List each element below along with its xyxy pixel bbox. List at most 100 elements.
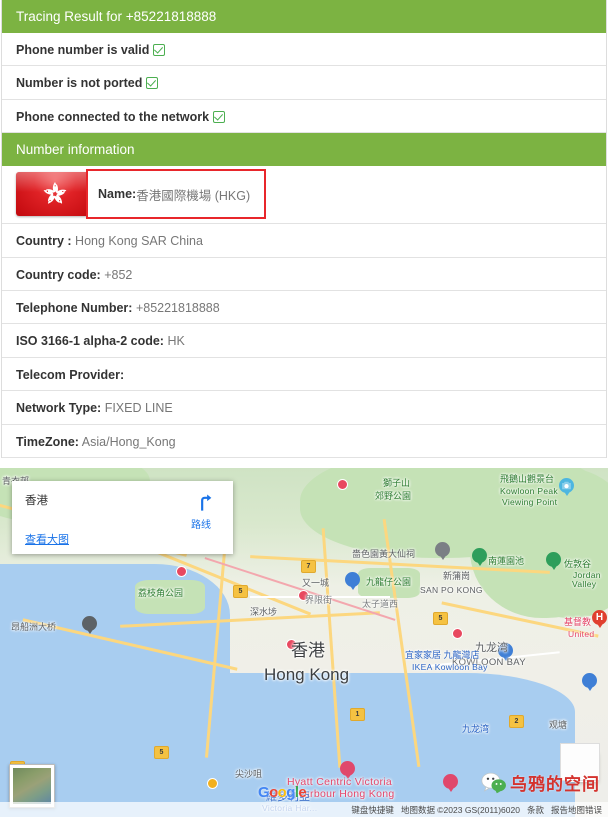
map-label-viewing-point-en: Viewing Point bbox=[502, 497, 557, 508]
map-label-jordan-valley-zh: 佐敦谷 bbox=[564, 559, 591, 570]
map-label-city-zh: 香港 bbox=[291, 645, 325, 656]
map-poi-dot-6 bbox=[337, 479, 348, 490]
check-box-icon bbox=[146, 77, 158, 89]
number-name-label: Name: bbox=[98, 187, 136, 201]
map-route-shield-5b: 5 bbox=[154, 746, 169, 759]
map-poi-dot-1 bbox=[176, 566, 187, 577]
tracing-result-page: Tracing Result for +85221818888 Phone nu… bbox=[0, 0, 608, 817]
info-value-timezone: Asia/Hong_Kong bbox=[82, 435, 176, 449]
attribution-keyboard-shortcuts[interactable]: 键盘快捷键 bbox=[351, 804, 394, 816]
tracing-result-panel: Tracing Result for +85221818888 Phone nu… bbox=[1, 0, 607, 458]
map-label-boundary-street: 界限街 bbox=[305, 595, 332, 606]
attribution-terms[interactable]: 条款 bbox=[527, 804, 544, 816]
map-label-ikea-en: IKEA Kowloon Bay bbox=[412, 662, 488, 673]
map-attribution-bar: 键盘快捷键 地图数据 ©2023 GS(2011)6020 条款 报告地图错误 bbox=[0, 802, 608, 817]
info-window-directions-label[interactable]: 路线 bbox=[181, 516, 221, 531]
status-row-connected: Phone connected to the network bbox=[2, 100, 606, 133]
info-row-country-code: Country code: +852 bbox=[2, 258, 606, 291]
status-label-connected: Phone connected to the network bbox=[16, 110, 209, 124]
info-label-network-type: Network Type: bbox=[16, 401, 101, 415]
map-label-lion-rock: 獅子山 bbox=[383, 478, 410, 489]
map-label-lion-rock-park: 郊野公園 bbox=[375, 491, 411, 502]
map-label-festival-walk: 又一城 bbox=[302, 578, 329, 589]
status-label-ported: Number is not ported bbox=[16, 76, 142, 90]
satellite-thumbnail-image bbox=[13, 768, 51, 804]
info-window-title: 香港 bbox=[25, 492, 48, 508]
attribution-map-data: 地图数据 ©2023 GS(2011)6020 bbox=[401, 804, 520, 816]
number-information-header: Number information bbox=[2, 133, 606, 166]
wechat-icon bbox=[481, 772, 507, 794]
map-pin-hotel-marker[interactable] bbox=[443, 774, 458, 793]
map-route-shield-5a: 5 bbox=[233, 585, 248, 598]
info-label-country: Country : bbox=[16, 234, 72, 248]
info-value-country: Hong Kong SAR China bbox=[75, 234, 203, 248]
check-box-icon bbox=[213, 111, 225, 123]
map-label-kowloon-peak-en: Kowloon Peak bbox=[500, 486, 558, 497]
info-value-country-code: +852 bbox=[104, 268, 132, 282]
map-route-shield-2: 2 bbox=[509, 715, 524, 728]
info-row-telephone-number: Telephone Number: +85221818888 bbox=[2, 291, 606, 324]
map-route-shield-7: 7 bbox=[301, 560, 316, 573]
map-pin-nan-lian-garden[interactable] bbox=[472, 548, 487, 567]
map-label-christian-hospital-zh: 基督教 bbox=[564, 617, 591, 628]
map-label-kowloon-bay-water: 九龙湾 bbox=[462, 724, 489, 735]
camera-icon bbox=[559, 478, 574, 493]
info-row-iso-code: ISO 3166-1 alpha-2 code: HK bbox=[2, 324, 606, 357]
map-route-shield-5c: 5 bbox=[433, 612, 448, 625]
info-row-network-type: Network Type: FIXED LINE bbox=[2, 391, 606, 424]
info-label-telephone-number: Telephone Number: bbox=[16, 301, 132, 315]
map-label-kowloon-tsai-park: 九龍仔公園 bbox=[366, 577, 411, 588]
number-name-row: Name:香港國際機場 (HKG) bbox=[2, 166, 606, 224]
map-label-san-po-kong-zh: 新蒲崗 bbox=[443, 571, 470, 582]
info-value-iso-code: HK bbox=[167, 334, 184, 348]
info-value-telephone-number: +85221818888 bbox=[136, 301, 220, 315]
status-label-valid: Phone number is valid bbox=[16, 43, 149, 57]
tracing-result-header: Tracing Result for +85221818888 bbox=[2, 0, 606, 33]
map-pin-kowloon-peak-photo[interactable] bbox=[559, 478, 574, 497]
number-name-value: 香港國際機場 (HKG) bbox=[136, 185, 250, 204]
bauhinia-icon bbox=[40, 179, 70, 209]
map-poi-dot-3 bbox=[452, 628, 463, 639]
map-label-sham-shui-po: 深水埗 bbox=[250, 607, 277, 618]
map-pin-jordan-valley-park[interactable] bbox=[546, 552, 561, 571]
map-pin-stonecutters-bridge[interactable] bbox=[82, 616, 97, 635]
info-label-iso-code: ISO 3166-1 alpha-2 code: bbox=[16, 334, 164, 348]
status-row-ported: Number is not ported bbox=[2, 66, 606, 99]
map-label-kowloon-peak-zh: 飛鵝山觀景台 bbox=[500, 474, 554, 485]
info-row-telecom-provider: Telecom Provider: bbox=[2, 358, 606, 391]
directions-arrow-icon[interactable] bbox=[193, 491, 213, 518]
map-pin-festival-walk[interactable] bbox=[345, 572, 360, 591]
map-pin-apm-mall[interactable] bbox=[582, 673, 597, 692]
info-label-country-code: Country code: bbox=[16, 268, 101, 282]
map-canvas[interactable]: 3 7 5 5 5 2 1 H bbox=[0, 468, 608, 817]
info-value-network-type: FIXED LINE bbox=[105, 401, 173, 415]
number-name-highlight-box: Name:香港國際機場 (HKG) bbox=[86, 169, 266, 219]
map-poi-dot-5 bbox=[207, 778, 218, 789]
map-label-tsim-sha-tsui: 尖沙咀 bbox=[235, 769, 262, 780]
google-logo: Google bbox=[258, 784, 306, 801]
map-label-kwun-tong: 观塘 bbox=[549, 720, 567, 731]
status-row-valid: Phone number is valid bbox=[2, 33, 606, 66]
map-pin-united-christian-hospital[interactable]: H bbox=[592, 610, 607, 629]
info-row-country: Country : Hong Kong SAR China bbox=[2, 224, 606, 257]
watermark: 乌鸦的空间 bbox=[481, 770, 600, 795]
map-label-san-po-kong-en: SAN PO KONG bbox=[420, 585, 483, 596]
map-label-prince-edward-road-west: 太子道西 bbox=[362, 599, 398, 610]
map-pin-wong-tai-sin-temple[interactable] bbox=[435, 542, 450, 561]
map-label-valley-en: Valley bbox=[572, 579, 596, 590]
map-label-stonecutters-bridge: 昂船洲大桥 bbox=[11, 622, 56, 633]
map-label-nan-lian-garden: 南蓮園池 bbox=[488, 556, 524, 567]
info-label-timezone: TimeZone: bbox=[16, 435, 79, 449]
hong-kong-flag-icon bbox=[16, 172, 94, 216]
attribution-report-error[interactable]: 报告地图错误 bbox=[551, 804, 602, 816]
map-info-window[interactable]: 香港 路线 查看大图 bbox=[12, 481, 233, 554]
info-row-timezone: TimeZone: Asia/Hong_Kong bbox=[2, 425, 606, 458]
map-label-lai-chi-kok-park: 荔枝角公园 bbox=[138, 588, 183, 599]
check-box-icon bbox=[153, 44, 165, 56]
map-label-city-en: Hong Kong bbox=[264, 669, 349, 680]
map-label-united-en: United bbox=[568, 629, 594, 640]
map-label-ikea-zh: 宜家家居 九龍灣店 bbox=[405, 650, 480, 661]
map-label-wong-tai-sin-temple: 嗇色園黃大仙祠 bbox=[352, 549, 415, 560]
info-window-view-larger-link[interactable]: 查看大图 bbox=[25, 531, 69, 547]
map-route-shield-1: 1 bbox=[350, 708, 365, 721]
